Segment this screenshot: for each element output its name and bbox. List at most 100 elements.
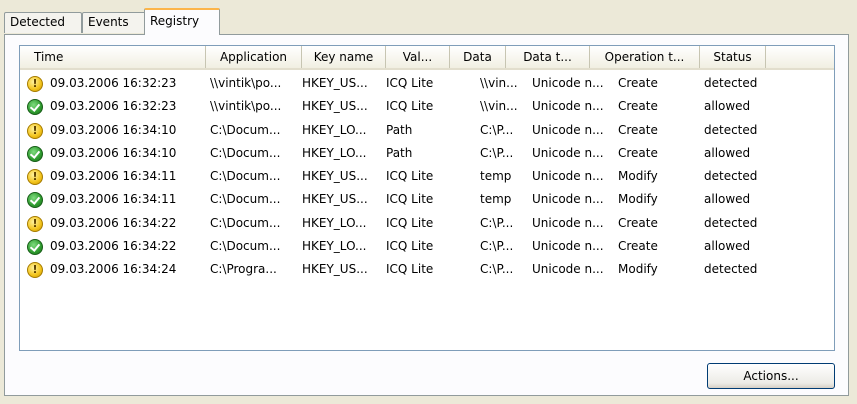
table-row[interactable]: 09.03.2006 16:32:23 \\vintik\po... HKEY_US…: [20, 95, 834, 118]
actions-button[interactable]: Actions...: [707, 363, 835, 389]
table-row[interactable]: 09.03.2006 16:34:22 C:\Docum... HKEY_LO...…: [20, 212, 834, 235]
cell-data-type: Unicode n...: [532, 239, 604, 254]
cell-application: C:\Docum...: [210, 169, 281, 184]
column-header-status[interactable]: Status: [700, 46, 766, 68]
cell-key-name: HKEY_US...: [302, 76, 368, 90]
cell-operation-type: Create: [618, 215, 658, 230]
cell-time: 09.03.2006 16:34:11: [50, 192, 177, 207]
check-icon: [27, 99, 43, 116]
cell-data-type: Unicode n...: [532, 76, 604, 90]
registry-panel: Time Application Key name Val... Data Da…: [4, 34, 849, 396]
cell-operation-type: Modify: [618, 262, 658, 277]
cell-operation-type: Create: [618, 122, 658, 137]
cell-key-name: HKEY_LO...: [302, 239, 367, 254]
cell-value: ICQ Lite: [386, 262, 434, 277]
table-row[interactable]: 09.03.2006 16:34:10 C:\Docum... HKEY_LO...…: [20, 119, 834, 142]
cell-operation-type: Create: [618, 76, 658, 90]
cell-data: \\vin...: [480, 76, 518, 90]
tab-events[interactable]: Events: [82, 12, 146, 33]
cell-status: detected: [704, 169, 758, 184]
list-rows: 09.03.2006 16:32:23 \\vintik\po... HKEY_US…: [20, 72, 834, 282]
table-row[interactable]: 09.03.2006 16:34:24 C:\Progra... HKEY_US..…: [20, 258, 834, 281]
cell-value: ICQ Lite: [386, 99, 434, 114]
cell-time: 09.03.2006 16:34:10: [50, 122, 177, 137]
cell-data-type: Unicode n...: [532, 192, 604, 207]
cell-time: 09.03.2006 16:32:23: [50, 76, 177, 90]
cell-data-type: Unicode n...: [532, 99, 604, 114]
cell-time: 09.03.2006 16:34:22: [50, 215, 177, 230]
warning-icon: [27, 122, 43, 139]
column-header-data-type[interactable]: Data t...: [506, 46, 590, 68]
cell-status: allowed: [704, 145, 751, 160]
cell-key-name: HKEY_US...: [302, 262, 368, 277]
column-header-data[interactable]: Data: [450, 46, 506, 68]
table-row[interactable]: 09.03.2006 16:34:22 C:\Docum... HKEY_LO...…: [20, 235, 834, 258]
cell-data: C:\P...: [480, 122, 514, 137]
warning-icon: [27, 215, 43, 232]
tab-detected[interactable]: Detected: [4, 12, 82, 33]
table-row[interactable]: 09.03.2006 16:32:23 \\vintik\po... HKEY_US…: [20, 72, 834, 95]
cell-data: C:\P...: [480, 145, 514, 160]
cell-application: C:\Docum...: [210, 215, 281, 230]
cell-application: \\vintik\po...: [210, 76, 282, 90]
table-row[interactable]: 09.03.2006 16:34:11 C:\Docum... HKEY_US...…: [20, 188, 834, 211]
cell-application: C:\Docum...: [210, 145, 281, 160]
cell-key-name: HKEY_LO...: [302, 215, 367, 230]
registry-list[interactable]: Time Application Key name Val... Data Da…: [19, 45, 835, 351]
cell-time: 09.03.2006 16:34:22: [50, 239, 177, 254]
list-header: Time Application Key name Val... Data Da…: [20, 46, 834, 70]
cell-status: detected: [704, 122, 758, 137]
cell-status: allowed: [704, 239, 751, 254]
cell-key-name: HKEY_LO...: [302, 145, 367, 160]
cell-data-type: Unicode n...: [532, 215, 604, 230]
cell-time: 09.03.2006 16:34:24: [50, 262, 177, 277]
cell-status: detected: [704, 76, 758, 90]
cell-value: Path: [386, 122, 413, 137]
cell-time: 09.03.2006 16:32:23: [50, 99, 177, 114]
cell-application: \\vintik\po...: [210, 99, 282, 114]
cell-data-type: Unicode n...: [532, 262, 604, 277]
check-icon: [27, 192, 43, 209]
cell-data-type: Unicode n...: [532, 122, 604, 137]
cell-key-name: HKEY_US...: [302, 99, 368, 114]
table-row[interactable]: 09.03.2006 16:34:11 C:\Docum... HKEY_US...…: [20, 165, 834, 188]
cell-key-name: HKEY_LO...: [302, 122, 367, 137]
cell-operation-type: Create: [618, 239, 658, 254]
cell-operation-type: Create: [618, 99, 658, 114]
cell-value: ICQ Lite: [386, 76, 434, 90]
cell-data: temp: [480, 169, 512, 184]
column-header-time[interactable]: Time: [20, 46, 206, 68]
cell-time: 09.03.2006 16:34:11: [50, 169, 177, 184]
column-header-value[interactable]: Val...: [386, 46, 450, 68]
cell-status: allowed: [704, 192, 751, 207]
cell-data: \\vin...: [480, 99, 518, 114]
cell-data: temp: [480, 192, 512, 207]
cell-data: C:\P...: [480, 215, 514, 230]
cell-key-name: HKEY_US...: [302, 192, 368, 207]
check-icon: [27, 239, 43, 256]
check-icon: [27, 145, 43, 162]
warning-icon: [27, 76, 43, 92]
tab-registry[interactable]: Registry: [144, 8, 220, 35]
cell-value: Path: [386, 145, 413, 160]
cell-key-name: HKEY_US...: [302, 169, 368, 184]
cell-data: C:\P...: [480, 239, 514, 254]
cell-value: ICQ Lite: [386, 215, 434, 230]
cell-data-type: Unicode n...: [532, 169, 604, 184]
cell-operation-type: Modify: [618, 169, 658, 184]
cell-status: detected: [704, 215, 758, 230]
column-header-application[interactable]: Application: [206, 46, 302, 68]
column-header-operation-type[interactable]: Operation t...: [590, 46, 700, 68]
cell-application: C:\Progra...: [210, 262, 277, 277]
column-header-key-name[interactable]: Key name: [302, 46, 386, 68]
cell-value: ICQ Lite: [386, 192, 434, 207]
cell-application: C:\Docum...: [210, 122, 281, 137]
table-row[interactable]: 09.03.2006 16:34:10 C:\Docum... HKEY_LO...…: [20, 142, 834, 165]
warning-icon: [27, 169, 43, 186]
cell-data-type: Unicode n...: [532, 145, 604, 160]
cell-status: allowed: [704, 99, 751, 114]
cell-time: 09.03.2006 16:34:10: [50, 145, 177, 160]
cell-value: ICQ Lite: [386, 169, 434, 184]
cell-value: ICQ Lite: [386, 239, 434, 254]
cell-application: C:\Docum...: [210, 192, 281, 207]
